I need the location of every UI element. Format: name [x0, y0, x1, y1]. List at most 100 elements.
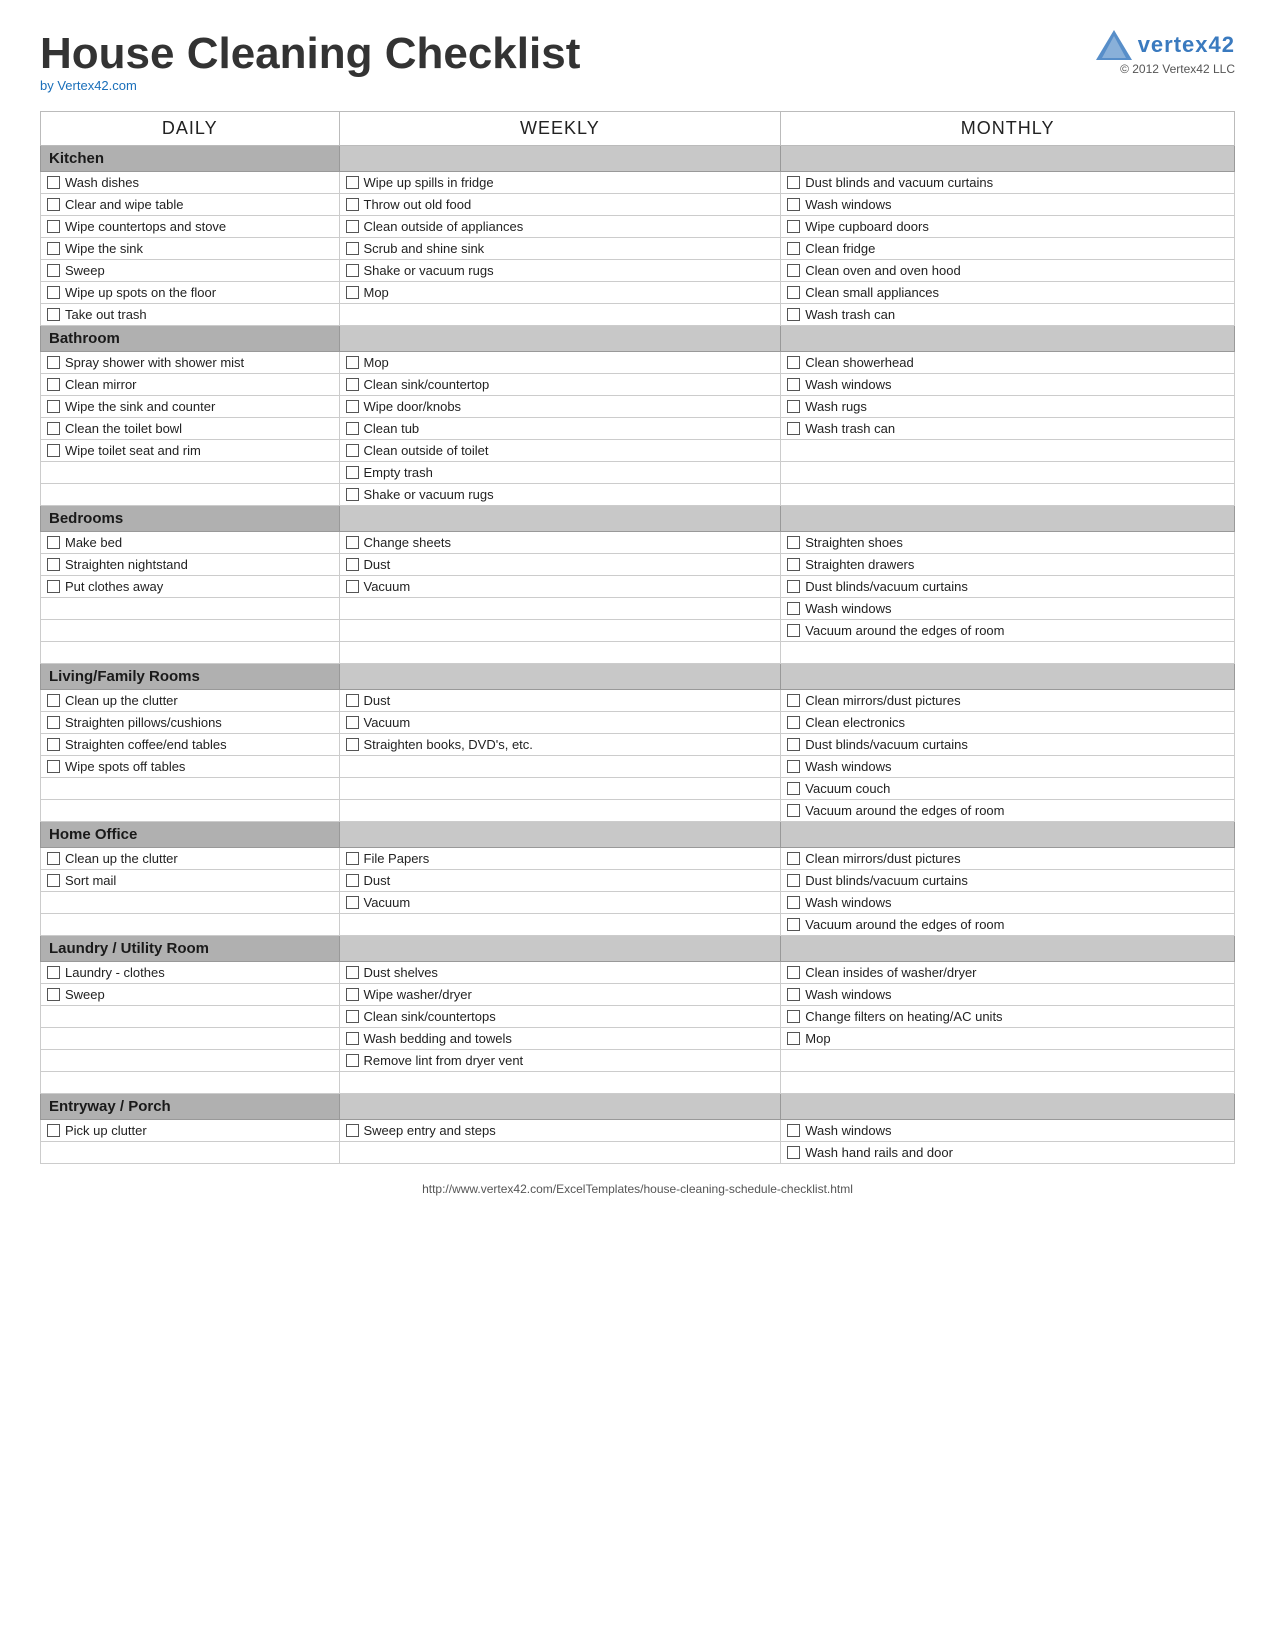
checkbox[interactable]	[787, 760, 800, 773]
checkbox[interactable]	[47, 694, 60, 707]
item-label: Wash windows	[805, 1123, 891, 1138]
checkbox[interactable]	[346, 242, 359, 255]
checkbox[interactable]	[787, 264, 800, 277]
checklist-item: Take out trash	[47, 307, 333, 322]
checkbox[interactable]	[787, 422, 800, 435]
checkbox[interactable]	[346, 558, 359, 571]
table-row: Wash bedding and towelsMop	[41, 1028, 1235, 1050]
checkbox[interactable]	[787, 694, 800, 707]
byline-link[interactable]: by Vertex42.com	[40, 78, 137, 93]
checkbox[interactable]	[787, 286, 800, 299]
checkbox[interactable]	[346, 444, 359, 457]
checkbox[interactable]	[346, 966, 359, 979]
checkbox[interactable]	[787, 356, 800, 369]
checkbox[interactable]	[787, 716, 800, 729]
checkbox[interactable]	[47, 874, 60, 887]
checkbox[interactable]	[47, 198, 60, 211]
checkbox[interactable]	[787, 852, 800, 865]
checkbox[interactable]	[346, 896, 359, 909]
checkbox[interactable]	[47, 716, 60, 729]
checkbox[interactable]	[346, 1054, 359, 1067]
checkbox[interactable]	[47, 580, 60, 593]
checkbox[interactable]	[346, 378, 359, 391]
checkbox[interactable]	[787, 874, 800, 887]
checkbox[interactable]	[346, 356, 359, 369]
checkbox[interactable]	[47, 378, 60, 391]
checkbox[interactable]	[787, 308, 800, 321]
checkbox[interactable]	[47, 558, 60, 571]
checkbox[interactable]	[346, 716, 359, 729]
checkbox[interactable]	[787, 918, 800, 931]
checkbox[interactable]	[787, 896, 800, 909]
checkbox[interactable]	[787, 988, 800, 1001]
checkbox[interactable]	[346, 536, 359, 549]
checkbox[interactable]	[787, 1032, 800, 1045]
checkbox[interactable]	[47, 444, 60, 457]
checkbox[interactable]	[346, 264, 359, 277]
checkbox[interactable]	[787, 738, 800, 751]
table-row: Clean the toilet bowlClean tubWash trash…	[41, 418, 1235, 440]
checkbox[interactable]	[47, 176, 60, 189]
checkbox[interactable]	[346, 874, 359, 887]
checkbox[interactable]	[787, 378, 800, 391]
checkbox[interactable]	[787, 624, 800, 637]
checkbox[interactable]	[47, 760, 60, 773]
checkbox[interactable]	[346, 286, 359, 299]
checkbox[interactable]	[47, 264, 60, 277]
checkbox[interactable]	[346, 176, 359, 189]
checkbox[interactable]	[47, 308, 60, 321]
checklist-item-empty	[47, 1053, 333, 1068]
checkbox[interactable]	[47, 738, 60, 751]
checkbox[interactable]	[787, 220, 800, 233]
checklist-item-empty	[47, 1075, 333, 1090]
checkbox[interactable]	[346, 400, 359, 413]
checkbox[interactable]	[47, 422, 60, 435]
table-row: Spray shower with shower mistMopClean sh…	[41, 352, 1235, 374]
checkbox[interactable]	[787, 966, 800, 979]
checkbox[interactable]	[346, 988, 359, 1001]
checkbox[interactable]	[787, 242, 800, 255]
table-row: Make bedChange sheetsStraighten shoes	[41, 532, 1235, 554]
checkbox[interactable]	[346, 198, 359, 211]
checkbox[interactable]	[47, 286, 60, 299]
checkbox[interactable]	[346, 1124, 359, 1137]
checkbox[interactable]	[346, 738, 359, 751]
checklist-item: Shake or vacuum rugs	[346, 487, 775, 502]
checkbox[interactable]	[346, 220, 359, 233]
checkbox[interactable]	[787, 198, 800, 211]
checkbox[interactable]	[787, 580, 800, 593]
checkbox[interactable]	[787, 1146, 800, 1159]
checklist-item: Wipe spots off tables	[47, 759, 333, 774]
checkbox[interactable]	[47, 1124, 60, 1137]
checkbox[interactable]	[47, 852, 60, 865]
checkbox[interactable]	[47, 536, 60, 549]
item-label: Clean small appliances	[805, 285, 939, 300]
checkbox[interactable]	[346, 852, 359, 865]
checkbox[interactable]	[346, 488, 359, 501]
checkbox[interactable]	[47, 400, 60, 413]
checkbox[interactable]	[787, 1124, 800, 1137]
checkbox[interactable]	[787, 782, 800, 795]
checkbox[interactable]	[346, 466, 359, 479]
checkbox[interactable]	[346, 694, 359, 707]
item-label: File Papers	[364, 851, 430, 866]
checkbox[interactable]	[346, 580, 359, 593]
checkbox[interactable]	[787, 176, 800, 189]
checklist-item: Wash windows	[787, 1123, 1228, 1138]
checkbox[interactable]	[346, 422, 359, 435]
checkbox[interactable]	[47, 220, 60, 233]
checklist-item: Dust shelves	[346, 965, 775, 980]
checkbox[interactable]	[346, 1010, 359, 1023]
checkbox[interactable]	[787, 1010, 800, 1023]
checkbox[interactable]	[47, 988, 60, 1001]
checkbox[interactable]	[787, 602, 800, 615]
checkbox[interactable]	[787, 400, 800, 413]
checkbox[interactable]	[787, 536, 800, 549]
checkbox[interactable]	[47, 356, 60, 369]
checkbox[interactable]	[787, 558, 800, 571]
checkbox[interactable]	[787, 804, 800, 817]
checkbox[interactable]	[47, 966, 60, 979]
checkbox[interactable]	[346, 1032, 359, 1045]
checkbox[interactable]	[47, 242, 60, 255]
checklist-item-empty	[47, 895, 333, 910]
